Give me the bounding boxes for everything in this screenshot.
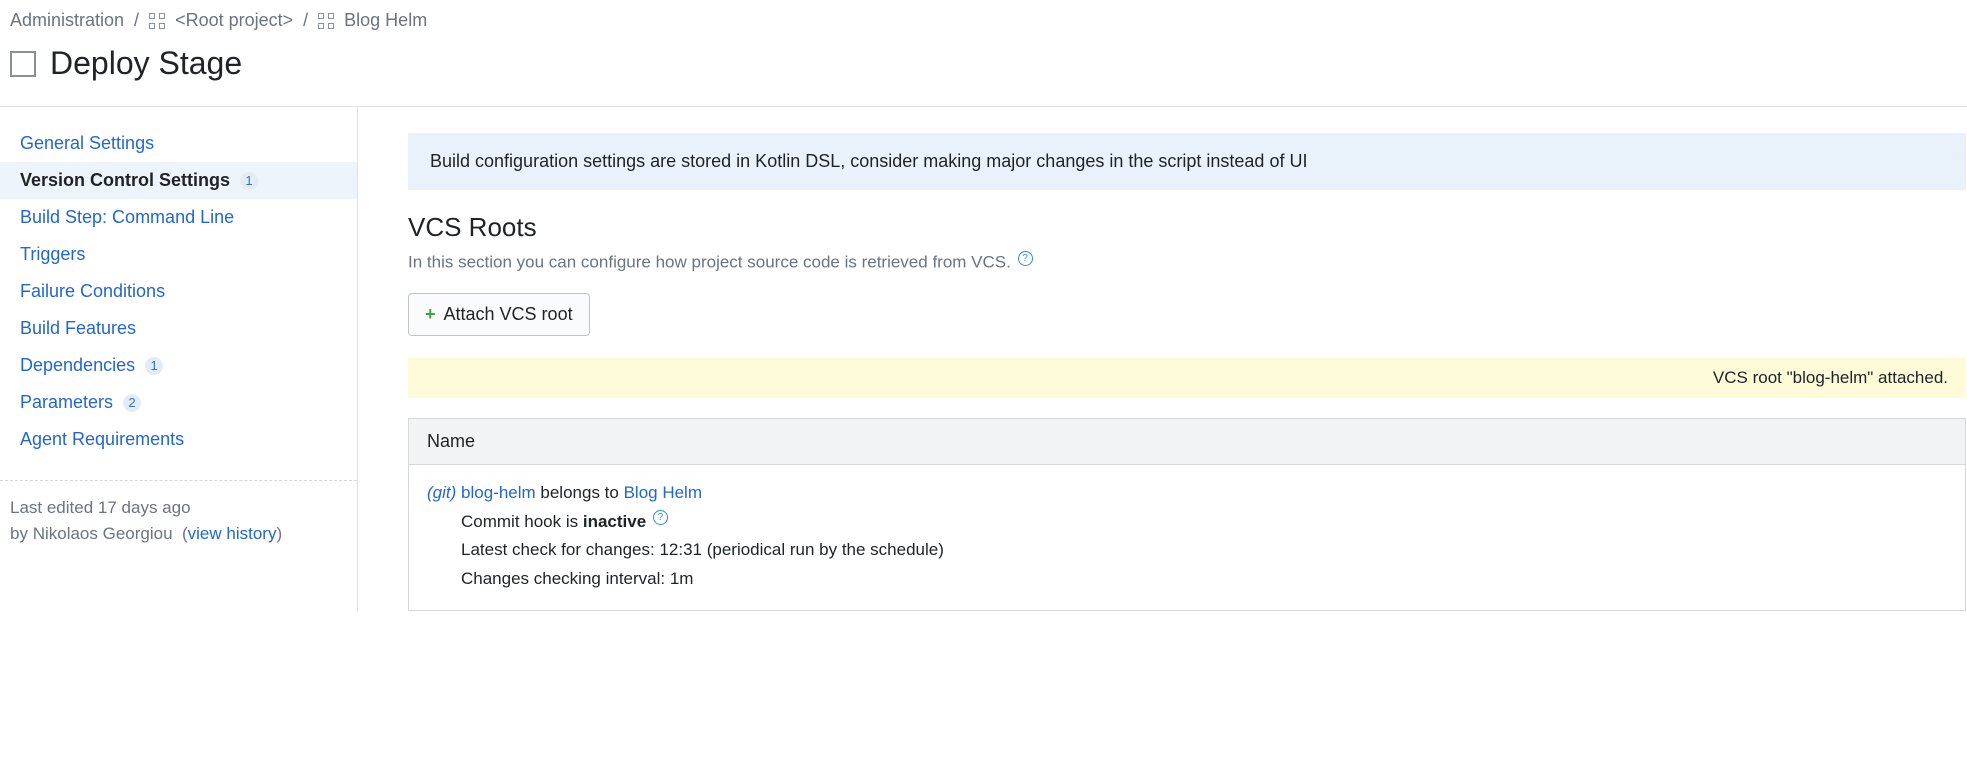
main-panel: Build configuration settings are stored … <box>358 107 1967 611</box>
sidebar-footer: Last edited 17 days ago by Nikolaos Geor… <box>0 480 357 546</box>
help-icon[interactable]: ? <box>1018 251 1033 266</box>
breadcrumb-separator: / <box>303 10 308 31</box>
page-title: Deploy Stage <box>50 45 242 82</box>
help-icon[interactable]: ? <box>653 510 668 525</box>
sidebar-item-triggers[interactable]: Triggers <box>0 236 357 273</box>
count-badge: 1 <box>145 357 163 375</box>
vcs-root-title-line: (git) blog-helm belongs to Blog Helm <box>427 479 1947 508</box>
vcs-roots-table: Name (git) blog-helm belongs to Blog Hel… <box>408 418 1966 612</box>
sidebar-item-agent-requirements[interactable]: Agent Requirements <box>0 421 357 458</box>
commit-hook-prefix: Commit hook is <box>461 512 583 531</box>
editor-prefix: by <box>10 524 33 543</box>
sidebar-item-label: Build Step: Command Line <box>20 207 234 228</box>
settings-sidebar: General Settings Version Control Setting… <box>0 107 358 611</box>
view-history-link[interactable]: view history <box>188 524 277 543</box>
sidebar-item-build-features[interactable]: Build Features <box>0 310 357 347</box>
build-config-icon <box>10 51 36 77</box>
breadcrumb-admin-link[interactable]: Administration <box>10 10 124 31</box>
breadcrumb-separator: / <box>134 10 139 31</box>
project-grid-icon <box>318 13 334 29</box>
sidebar-item-build-step[interactable]: Build Step: Command Line <box>0 199 357 236</box>
sidebar-item-label: Agent Requirements <box>20 429 184 450</box>
latest-check-line: Latest check for changes: 12:31 (periodi… <box>461 536 1947 565</box>
table-header-name: Name <box>409 419 1965 465</box>
page-title-row: Deploy Stage <box>0 31 1967 106</box>
breadcrumb-root-link[interactable]: <Root project> <box>175 10 293 31</box>
description-text: In this section you can configure how pr… <box>408 253 1011 272</box>
sidebar-item-dependencies[interactable]: Dependencies 1 <box>0 347 357 384</box>
vcs-root-details: Commit hook is inactive ? Latest check f… <box>427 508 1947 595</box>
sidebar-item-label: Version Control Settings <box>20 170 230 191</box>
sidebar-item-parameters[interactable]: Parameters 2 <box>0 384 357 421</box>
sidebar-item-label: Parameters <box>20 392 113 413</box>
commit-hook-line: Commit hook is inactive ? <box>461 508 1947 537</box>
breadcrumb-project-link[interactable]: Blog Helm <box>344 10 427 31</box>
sidebar-item-label: General Settings <box>20 133 154 154</box>
commit-hook-status: inactive <box>583 512 646 531</box>
check-interval-line: Changes checking interval: 1m <box>461 565 1947 594</box>
last-edited-prefix: Last edited <box>10 498 98 517</box>
sidebar-item-label: Dependencies <box>20 355 135 376</box>
vcs-roots-description: In this section you can configure how pr… <box>408 251 1966 273</box>
attach-vcs-root-button[interactable]: + Attach VCS root <box>408 293 590 336</box>
count-badge: 1 <box>240 172 258 190</box>
vcs-type-label: (git) <box>427 483 456 502</box>
vcs-attached-notice: VCS root "blog-helm" attached. <box>408 358 1966 398</box>
count-badge: 2 <box>123 394 141 412</box>
button-label: Attach VCS root <box>444 304 573 325</box>
sidebar-item-label: Build Features <box>20 318 136 339</box>
editor-name: Nikolaos Georgiou <box>33 524 173 543</box>
content-wrap: General Settings Version Control Setting… <box>0 106 1967 611</box>
sidebar-item-label: Triggers <box>20 244 85 265</box>
editor-line: by Nikolaos Georgiou (view history) <box>10 521 347 547</box>
kotlin-dsl-info-banner: Build configuration settings are stored … <box>408 133 1966 190</box>
sidebar-item-general-settings[interactable]: General Settings <box>0 125 357 162</box>
sidebar-item-label: Failure Conditions <box>20 281 165 302</box>
sidebar-item-vcs-settings[interactable]: Version Control Settings 1 <box>0 162 357 199</box>
sidebar-item-failure-conditions[interactable]: Failure Conditions <box>0 273 357 310</box>
belongs-to-text: belongs to <box>536 483 624 502</box>
vcs-roots-heading: VCS Roots <box>408 212 1966 243</box>
last-edited-line: Last edited 17 days ago <box>10 495 347 521</box>
project-grid-icon <box>149 13 165 29</box>
breadcrumb: Administration / <Root project> / Blog H… <box>0 0 1967 31</box>
last-edited-when: 17 days ago <box>98 498 191 517</box>
vcs-root-row: (git) blog-helm belongs to Blog Helm Com… <box>409 465 1965 611</box>
vcs-root-parent-link[interactable]: Blog Helm <box>624 483 702 502</box>
vcs-root-name-link[interactable]: blog-helm <box>461 483 536 502</box>
plus-icon: + <box>425 304 436 325</box>
